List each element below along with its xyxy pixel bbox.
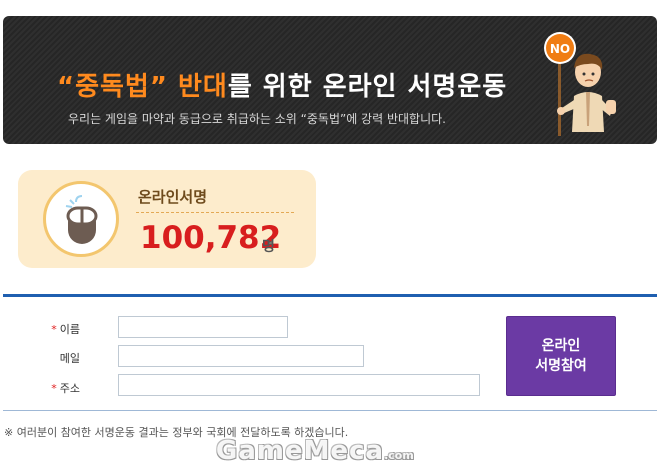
sign-text: NO [550, 42, 570, 56]
email-field[interactable] [118, 345, 364, 367]
form-bottom-border [3, 410, 657, 411]
watermark-domain: .com [384, 449, 414, 462]
form-top-border [3, 294, 657, 297]
watermark-brand: GameMeca [216, 436, 385, 466]
banner-title-rest: 를 위한 온라인 서명운동 [227, 72, 508, 102]
watermark-logo: GameMeca.com [216, 436, 414, 466]
submit-label-line2: 서명참여 [535, 358, 587, 374]
required-mark: * [51, 323, 57, 336]
counter-label: 온라인서명 [138, 188, 208, 206]
mouse-icon-badge [43, 181, 119, 257]
submit-label-line1: 온라인 [541, 338, 581, 354]
mascot-no-sign-icon: NO [544, 32, 616, 136]
signature-count-unit: 명 [262, 239, 275, 255]
banner-subtitle: 우리는 게임을 마약과 동급으로 취급하는 소위 “중독법”에 강력 반대합니다… [68, 112, 446, 126]
mouse-icon [65, 195, 98, 244]
online-sign-submit-button[interactable]: 온라인 서명참여 [506, 316, 616, 396]
banner-title: “중독법” 반대를 위한 온라인 서명운동 [57, 66, 507, 103]
banner-title-highlight: “중독법” 반대 [57, 72, 228, 102]
address-label: * 주소 [51, 382, 80, 395]
required-mark: * [51, 382, 57, 395]
name-label: * 이름 [51, 323, 80, 336]
name-field[interactable] [118, 316, 288, 338]
email-label: 메일 [59, 352, 80, 365]
signature-counter-card: 온라인서명 100,782 명 [18, 170, 316, 268]
signature-count: 100,782 [140, 220, 282, 256]
address-field[interactable] [118, 374, 480, 396]
counter-divider [136, 212, 294, 213]
